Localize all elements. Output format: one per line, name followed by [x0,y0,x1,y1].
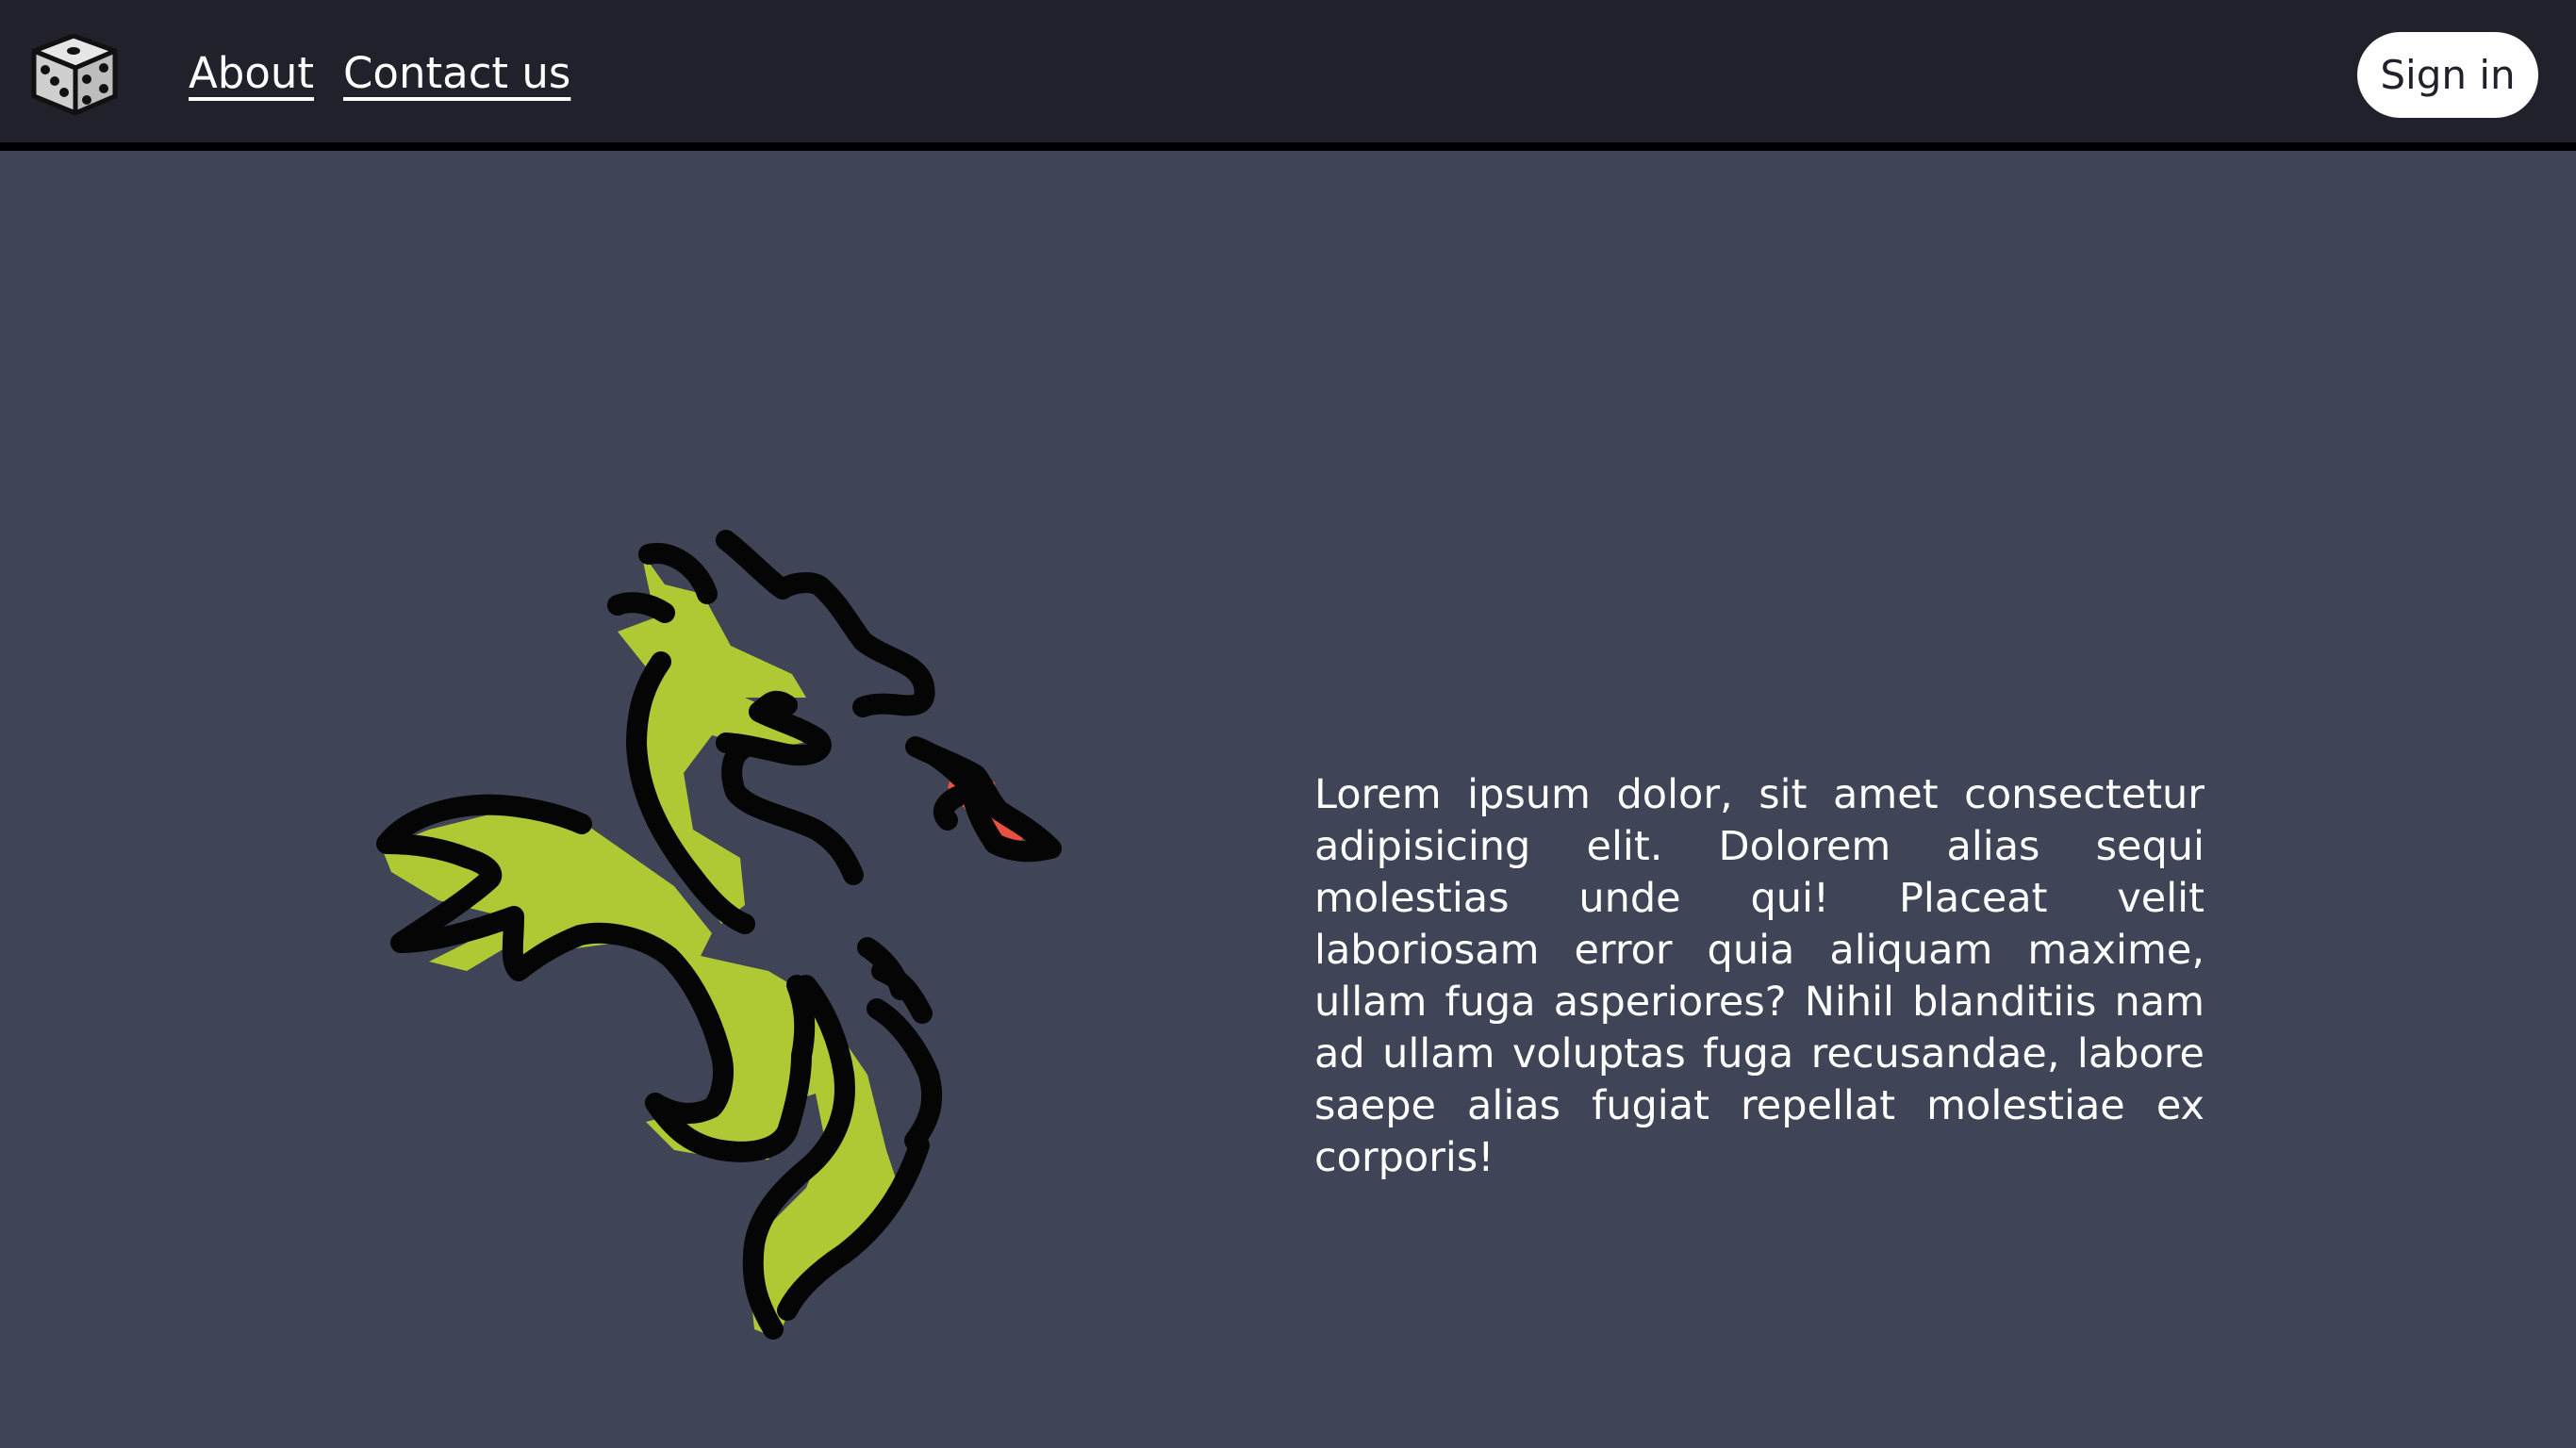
nav-link-about[interactable]: About [189,43,314,104]
intro-paragraph: Lorem ipsum dolor, sit amet consectetur … [1314,771,2204,1181]
dragon-illustration [376,530,1062,1340]
sign-in-button[interactable]: Sign in [2357,32,2538,118]
top-navbar: About Contact us Sign in [0,0,2576,151]
main-content: Lorem ipsum dolor, sit amet consectetur … [0,151,2576,1448]
dice-icon[interactable] [25,30,124,119]
nav-link-contact[interactable]: Contact us [343,43,570,104]
